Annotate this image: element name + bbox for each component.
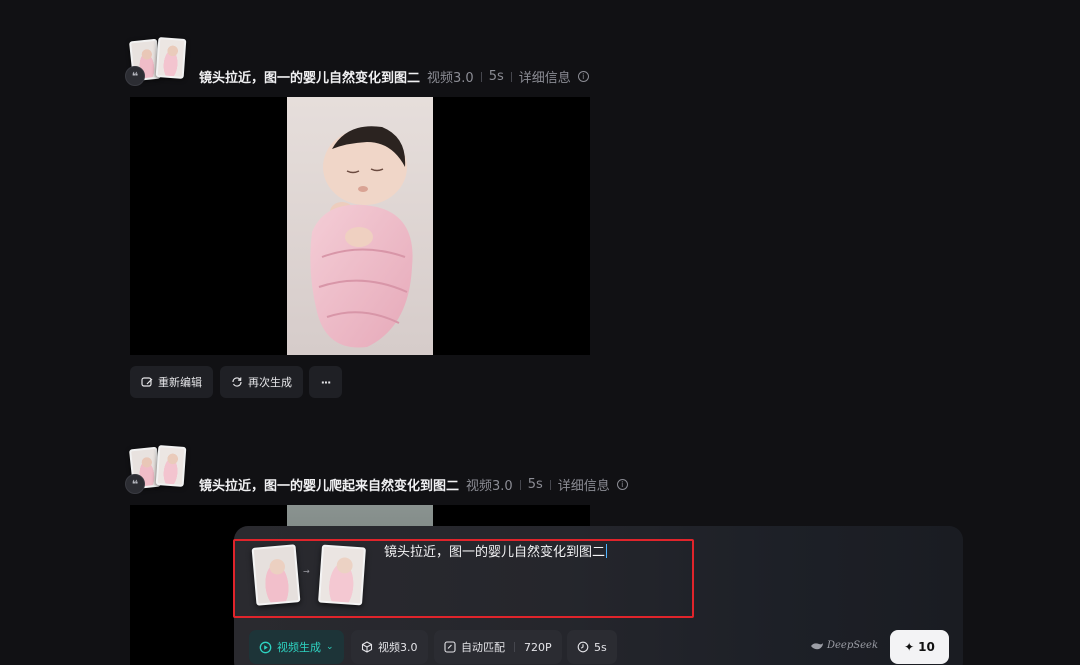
info-icon[interactable]: i [577, 71, 589, 82]
model-tag: 视频3.0 [466, 479, 513, 494]
divider [549, 479, 551, 490]
info-icon[interactable]: i [616, 479, 628, 490]
divider [514, 642, 515, 652]
deepseek-label: DeepSeek [827, 640, 879, 651]
mode-select[interactable]: 视频生成 ⌄ [249, 630, 344, 664]
ratio-label: 自动匹配 [461, 641, 505, 654]
duration-label: 5s [594, 640, 607, 654]
composer-reference-image-1[interactable] [251, 544, 301, 606]
clock-icon [577, 641, 589, 653]
generation-prompt: 镜头拉近，图一的婴儿爬起来自然变化到图二 [199, 479, 460, 494]
mode-label: 视频生成 [277, 641, 321, 654]
quote-icon: ❝ [125, 66, 145, 86]
generate-button[interactable]: ✦ 10 [890, 630, 949, 664]
prompt-input[interactable]: 镜头拉近，图一的婴儿自然变化到图二 [384, 541, 608, 560]
chevron-down-icon: ⌄ [326, 642, 334, 652]
reference-thumbnails: ❝ [125, 445, 191, 494]
regenerate-button[interactable]: 再次生成 [220, 366, 303, 398]
reedit-button[interactable]: 重新编辑 [130, 366, 213, 398]
resolution-label: 720P [524, 640, 552, 654]
details-link[interactable]: 详细信息 [558, 475, 610, 494]
reference-image-2 [155, 37, 187, 79]
credits-count: 10 [918, 640, 935, 654]
edit-icon [141, 377, 153, 387]
arrow-icon: → [303, 567, 310, 576]
more-button[interactable]: ··· [309, 366, 342, 398]
refresh-icon [232, 377, 242, 387]
aspect-ratio-icon [444, 641, 456, 653]
duration-tag: 5s [488, 69, 504, 84]
divider [510, 71, 512, 82]
video-player[interactable] [130, 97, 590, 355]
generation-prompt: 镜头拉近，图一的婴儿自然变化到图二 [199, 71, 421, 86]
model-tag: 视频3.0 [427, 71, 474, 86]
model-select[interactable]: 视频3.0 [351, 630, 428, 664]
reedit-label: 重新编辑 [158, 376, 202, 389]
reference-thumbnails: ❝ [125, 37, 191, 86]
deepseek-logo[interactable]: DeepSeek [810, 640, 878, 651]
duration-tag: 5s [527, 477, 543, 492]
divider [480, 71, 482, 82]
regenerate-label: 再次生成 [248, 376, 292, 389]
model-label: 视频3.0 [378, 641, 418, 654]
generation-meta: 镜头拉近，图一的婴儿自然变化到图二 视频3.0 5s 详细信息 i [199, 67, 589, 86]
composer-reference-image-2[interactable] [318, 544, 366, 606]
more-icon: ··· [320, 375, 332, 389]
generation-meta: 镜头拉近，图一的婴儿爬起来自然变化到图二 视频3.0 5s 详细信息 i [199, 475, 628, 494]
video-mode-icon [259, 641, 272, 653]
video-frame-image [287, 97, 433, 355]
sparkle-icon: ✦ [904, 640, 915, 654]
prompt-input-value: 镜头拉近，图一的婴儿自然变化到图二 [384, 545, 606, 560]
reference-image-2 [155, 445, 187, 487]
duration-select[interactable]: 5s [567, 630, 617, 664]
whale-icon [811, 642, 823, 649]
quote-icon: ❝ [125, 474, 145, 494]
cube-icon [361, 641, 373, 653]
ratio-resolution-select[interactable]: 自动匹配 720P [434, 630, 562, 664]
text-caret [606, 544, 608, 558]
baby-illustration [287, 97, 433, 355]
divider [519, 479, 521, 490]
details-link[interactable]: 详细信息 [519, 67, 571, 86]
